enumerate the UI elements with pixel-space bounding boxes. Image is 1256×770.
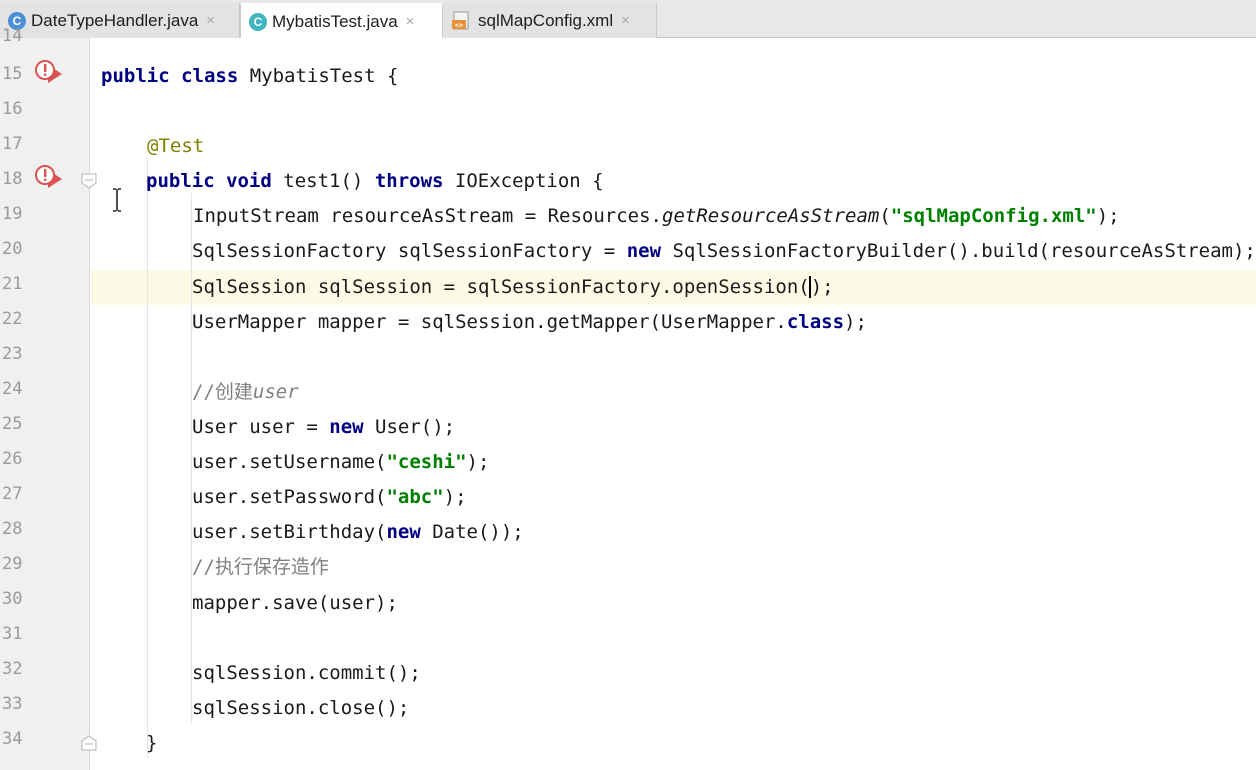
line-number: 16	[2, 99, 23, 119]
code-line-30: mapper.save(user);	[192, 592, 398, 614]
code-line-25: User user = new User();	[192, 416, 456, 438]
line-number: 18	[2, 169, 23, 189]
editor-tab-bar: C DateTypeHandler.java × C MybatisTest.j…	[0, 0, 1256, 38]
line-number: 19	[2, 204, 23, 224]
code-line-33: sqlSession.close();	[192, 697, 410, 719]
indent-guide	[147, 158, 148, 758]
code-line-34: }	[146, 732, 158, 754]
code-editor[interactable]: public class MybatisTest { @Test public …	[91, 38, 1256, 770]
code-line-20: SqlSessionFactory sqlSessionFactory = ne…	[192, 240, 1256, 262]
tab-mybatistest[interactable]: C MybatisTest.java ×	[240, 3, 443, 38]
tab-label: DateTypeHandler.java	[31, 10, 199, 30]
code-line-27: user.setPassword("abc");	[192, 486, 467, 508]
line-number: 22	[2, 309, 23, 329]
line-number: 28	[2, 519, 23, 539]
line-number: 30	[2, 589, 23, 609]
code-line-29: //执行保存造作	[192, 556, 329, 578]
line-number: 17	[2, 134, 23, 154]
line-number: 24	[2, 379, 23, 399]
code-line-28: user.setBirthday(new Date());	[192, 521, 524, 543]
svg-text:<>: <>	[455, 21, 463, 29]
line-number: 15	[2, 64, 23, 84]
line-number: 26	[2, 449, 23, 469]
tab-label: sqlMapConfig.xml	[478, 10, 614, 30]
line-number: 31	[2, 624, 23, 644]
code-line-26: user.setUsername("ceshi");	[192, 451, 490, 473]
line-number: 34	[2, 729, 23, 749]
close-icon[interactable]: ×	[621, 12, 630, 29]
code-line-32: sqlSession.commit();	[192, 662, 421, 684]
code-line-15: public class MybatisTest {	[101, 65, 399, 87]
line-number: 14	[2, 26, 23, 46]
line-number: 25	[2, 414, 23, 434]
line-number: 21	[2, 274, 23, 294]
code-line-21: SqlSession sqlSession = sqlSessionFactor…	[192, 276, 834, 298]
code-line-19: InputStream resourceAsStream = Resources…	[193, 205, 1120, 227]
line-number: 29	[2, 554, 23, 574]
run-test-class-icon[interactable]	[34, 59, 64, 87]
ibeam-cursor-icon	[111, 188, 123, 216]
line-number-gutter: 14 15 16 17 18 19 20 21 22 23 24 25 26 2…	[0, 26, 97, 770]
code-line-17: @Test	[147, 135, 205, 157]
java-test-class-icon: C	[249, 12, 267, 31]
xml-file-icon: <>	[451, 11, 473, 31]
line-number: 23	[2, 344, 23, 364]
tab-label: MybatisTest.java	[272, 11, 398, 31]
code-line-22: UserMapper mapper = sqlSession.getMapper…	[192, 311, 867, 333]
line-number: 32	[2, 659, 23, 679]
close-icon[interactable]: ×	[406, 13, 415, 30]
code-line-18: public void test1() throws IOException {	[146, 170, 604, 192]
line-number: 20	[2, 239, 23, 259]
line-number: 33	[2, 694, 23, 714]
line-number: 27	[2, 484, 23, 504]
tab-sqlmapconfig[interactable]: <> sqlMapConfig.xml ×	[443, 3, 657, 38]
run-test-method-icon[interactable]	[34, 164, 64, 192]
tab-datetypehandler[interactable]: C DateTypeHandler.java ×	[0, 3, 240, 38]
code-line-24: //创建user	[192, 381, 299, 403]
close-icon[interactable]: ×	[206, 12, 215, 29]
